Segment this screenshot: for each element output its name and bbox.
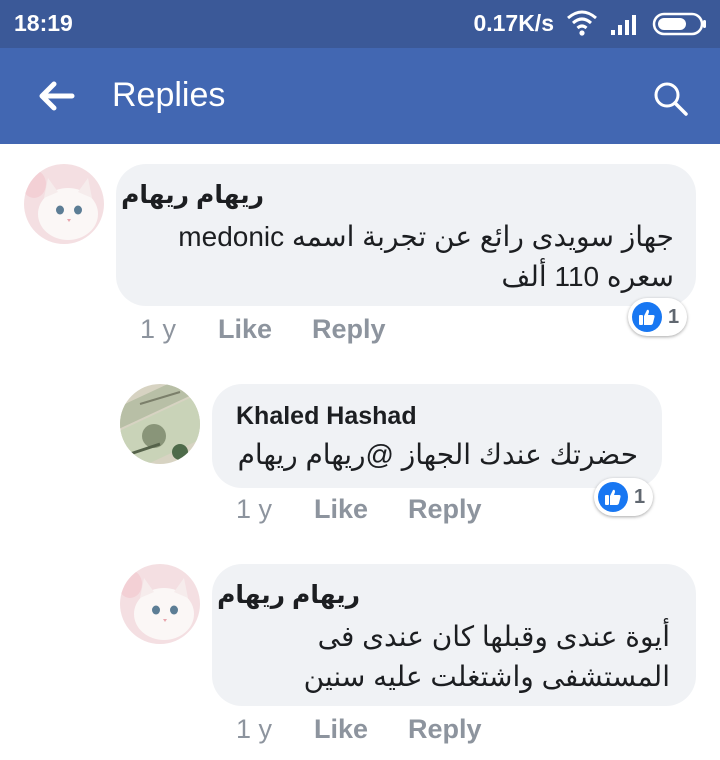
thumbs-up-icon xyxy=(598,482,628,512)
reaction-count: 1 xyxy=(634,485,646,508)
reply-button[interactable]: Reply xyxy=(408,714,482,745)
comment-bubble[interactable]: ريهام ريهام جهاز سويدى رائع عن تجربة اسم… xyxy=(116,164,696,306)
kitten-avatar[interactable] xyxy=(24,164,104,244)
page-title: Replies xyxy=(112,76,226,114)
like-button[interactable]: Like xyxy=(314,714,368,745)
reaction-badge[interactable]: 1 xyxy=(628,298,688,336)
comment-author[interactable]: ريهام ريهام xyxy=(217,580,360,610)
reaction-count: 1 xyxy=(668,305,680,328)
comment-text-line: حضرتك عندك الجهاز @ريهام ريهام xyxy=(237,439,638,470)
status-bar: 18:19 0.17K/s xyxy=(0,0,720,48)
status-time: 18:19 xyxy=(14,10,73,36)
arrow-left-icon[interactable] xyxy=(36,80,76,112)
comment-time: 1 y xyxy=(236,714,273,744)
battery-icon xyxy=(652,12,708,41)
comment-author[interactable]: ريهام ريهام xyxy=(121,180,264,210)
wifi-icon xyxy=(566,9,598,42)
comment-text-line: جهاز سويدى رائع عن تجربة اسمه medonic xyxy=(178,221,674,252)
reaction-badge[interactable]: 1 xyxy=(594,478,654,516)
search-icon[interactable] xyxy=(652,80,690,118)
kitten-avatar[interactable] xyxy=(120,564,200,644)
comment-time: 1 y xyxy=(236,494,273,524)
reply-button[interactable]: Reply xyxy=(408,494,482,525)
network-speed: 0.17K/s xyxy=(473,10,554,36)
comment-bubble[interactable]: ريهام ريهام أيوة عندى وقبلها كان عندى فى… xyxy=(212,564,696,706)
signal-icon xyxy=(610,9,642,42)
comment-text-line: المستشفى واشتغلت عليه سنين xyxy=(303,661,670,692)
comment-time: 1 y xyxy=(140,314,177,344)
reply-button[interactable]: Reply xyxy=(312,314,386,345)
comment-text-line: أيوة عندى وقبلها كان عندى فى xyxy=(317,621,670,652)
thumbs-up-icon xyxy=(632,302,662,332)
comment-text-line: سعره 110 ألف xyxy=(501,261,674,292)
comment-bubble[interactable]: Khaled Hashad حضرتك عندك الجهاز @ريهام ر… xyxy=(212,384,662,488)
comment-author[interactable]: Khaled Hashad xyxy=(236,402,417,431)
like-button[interactable]: Like xyxy=(314,494,368,525)
banknote-avatar[interactable] xyxy=(120,384,200,464)
app-bar: Replies xyxy=(0,48,720,144)
like-button[interactable]: Like xyxy=(218,314,272,345)
